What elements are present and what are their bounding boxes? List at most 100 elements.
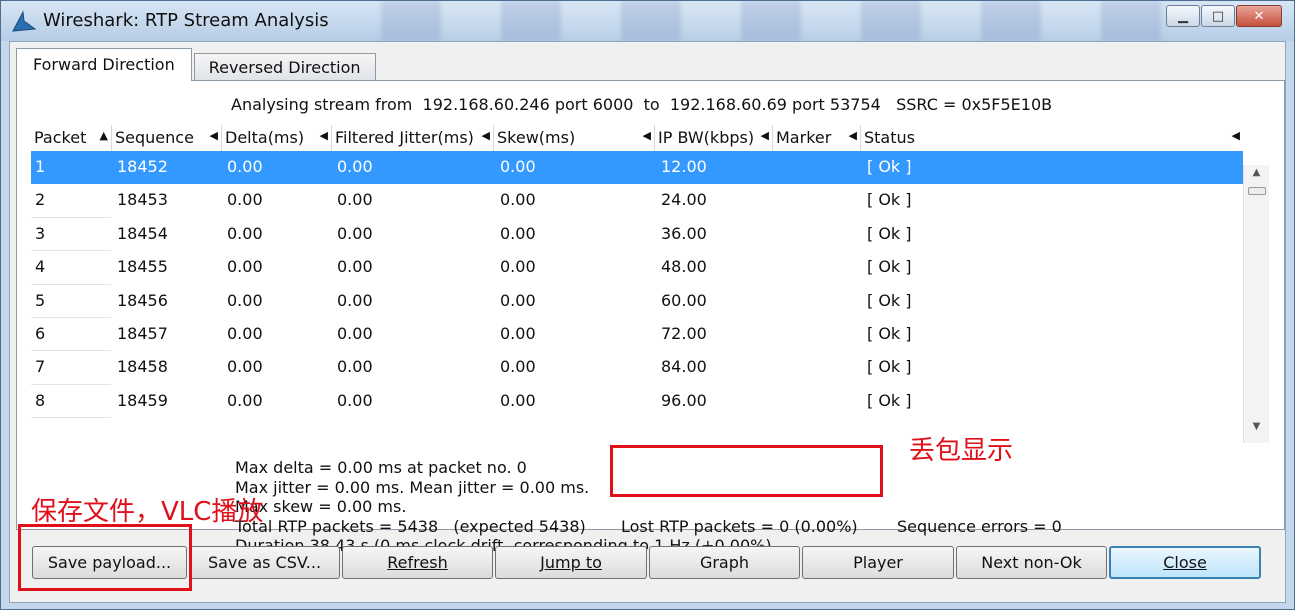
cell-ip-bw: 96.00 xyxy=(661,390,707,410)
cell-filtered-jitter: 0.00 xyxy=(337,390,373,410)
graph-button[interactable]: Graph xyxy=(649,546,800,579)
cell-status: [ Ok ] xyxy=(867,324,912,343)
table-row[interactable]: 6 18457 0.00 0.00 0.00 72.00 [ Ok ] xyxy=(31,318,1243,352)
column-header-delta[interactable]: Delta(ms) ◀ xyxy=(222,125,332,151)
title-bar: Wireshark: RTP Stream Analysis ▁ □ ✕ xyxy=(1,1,1294,41)
maximize-button[interactable]: □ xyxy=(1201,5,1235,27)
cell-filtered-jitter: 0.00 xyxy=(337,257,373,277)
cell-delta: 0.00 xyxy=(227,290,263,310)
table-row[interactable]: 8 18459 0.00 0.00 0.00 96.00 [ Ok ] xyxy=(31,385,1243,419)
stream-prefix: Analysing stream from xyxy=(231,95,413,114)
stream-description: Analysing stream from 192.168.60.246 por… xyxy=(231,95,1052,114)
save-payload-highlight xyxy=(18,524,192,591)
window-close-button[interactable]: ✕ xyxy=(1236,5,1282,27)
column-arrow-icon: ◀ xyxy=(209,129,218,142)
column-arrow-icon: ◀ xyxy=(319,129,328,142)
direction-tabs: Forward Direction Reversed Direction xyxy=(16,48,378,81)
scroll-thumb[interactable] xyxy=(1248,187,1266,195)
close-dialog-button[interactable]: Close xyxy=(1109,546,1261,579)
cell-sequence: 18454 xyxy=(117,223,168,243)
jump-to-button[interactable]: Jump to xyxy=(495,546,647,579)
cell-skew: 0.00 xyxy=(500,290,536,310)
stream-to-port: port 53754 xyxy=(792,95,881,114)
cell-delta: 0.00 xyxy=(227,190,263,210)
table-row[interactable]: 3 18454 0.00 0.00 0.00 36.00 [ Ok ] xyxy=(31,218,1243,252)
refresh-button[interactable]: Refresh xyxy=(342,546,493,579)
scroll-up-icon[interactable]: ▲ xyxy=(1244,167,1269,187)
background-blur xyxy=(381,1,1161,41)
player-button[interactable]: Player xyxy=(802,546,954,579)
cell-packet: 5 xyxy=(35,290,46,310)
cell-packet: 1 xyxy=(35,157,46,176)
max-skew-text: Max skew = 0.00 ms. xyxy=(235,497,407,516)
cell-status: [ Ok ] xyxy=(867,390,912,410)
cell-delta: 0.00 xyxy=(227,324,263,343)
cell-sequence: 18456 xyxy=(117,290,168,310)
stream-from-port: port 6000 xyxy=(554,95,634,114)
column-header-marker[interactable]: Marker ◀ xyxy=(773,125,861,151)
cell-delta: 0.00 xyxy=(227,390,263,410)
column-header-packet[interactable]: Packet ▲ xyxy=(31,125,112,151)
stream-to: to xyxy=(643,95,660,114)
cell-ip-bw: 84.00 xyxy=(661,357,707,377)
cell-ip-bw: 36.00 xyxy=(661,223,707,243)
cell-filtered-jitter: 0.00 xyxy=(337,223,373,243)
table-scrollbar[interactable]: ▲ ▼ xyxy=(1243,165,1269,443)
dialog-button-bar: Save payload... Save as CSV... Refresh J… xyxy=(32,546,1263,579)
minimize-icon: ▁ xyxy=(1178,8,1188,24)
cell-packet: 2 xyxy=(35,190,46,210)
cell-skew: 0.00 xyxy=(500,223,536,243)
save-csv-button[interactable]: Save as CSV... xyxy=(189,546,340,579)
cell-status: [ Ok ] xyxy=(867,357,912,377)
cell-ip-bw: 72.00 xyxy=(661,324,707,343)
column-arrow-icon: ◀ xyxy=(845,129,857,142)
table-row[interactable]: 5 18456 0.00 0.00 0.00 60.00 [ Ok ] xyxy=(31,285,1243,318)
table-row[interactable]: 2 18453 0.00 0.00 0.00 24.00 [ Ok ] xyxy=(31,184,1243,218)
cell-status: [ Ok ] xyxy=(867,257,912,277)
column-header-sequence[interactable]: Sequence ◀ xyxy=(112,125,222,151)
cell-ip-bw: 60.00 xyxy=(661,290,707,310)
cell-packet: 7 xyxy=(35,357,46,377)
tab-forward-direction[interactable]: Forward Direction xyxy=(16,48,192,81)
next-non-ok-button[interactable]: Next non-Ok xyxy=(956,546,1107,579)
table-row[interactable]: 7 18458 0.00 0.00 0.00 84.00 [ Ok ] xyxy=(31,351,1243,385)
table-header: Packet ▲ Sequence ◀ Delta(ms) ◀ Filtered Ji… xyxy=(31,125,1243,151)
column-header-skew[interactable]: Skew(ms) ◀ xyxy=(494,125,655,151)
cell-status: [ Ok ] xyxy=(867,223,912,243)
column-header-status[interactable]: Status ◀ xyxy=(861,125,1243,151)
column-header-ip-bw[interactable]: IP BW(kbps) ◀ xyxy=(655,125,773,151)
cell-ip-bw: 48.00 xyxy=(661,257,707,277)
stream-from-ip: 192.168.60.246 xyxy=(422,95,550,114)
cell-filtered-jitter: 0.00 xyxy=(337,324,373,343)
cell-filtered-jitter: 0.00 xyxy=(337,190,373,210)
sort-ascending-icon: ▲ xyxy=(99,129,108,142)
table-row[interactable]: 1 18452 0.00 0.00 0.00 12.00 [ Ok ] xyxy=(31,151,1243,185)
close-icon: ✕ xyxy=(1253,8,1265,24)
cell-ip-bw: 12.00 xyxy=(661,157,707,176)
rtp-analysis-window: Wireshark: RTP Stream Analysis ▁ □ ✕ For… xyxy=(0,0,1295,610)
column-arrow-icon: ◀ xyxy=(478,129,490,142)
cell-status: [ Ok ] xyxy=(867,290,912,310)
cell-filtered-jitter: 0.00 xyxy=(337,290,373,310)
cell-delta: 0.00 xyxy=(227,223,263,243)
maximize-icon: □ xyxy=(1211,8,1225,24)
minimize-button[interactable]: ▁ xyxy=(1166,5,1200,27)
wireshark-fin-icon xyxy=(12,10,37,32)
column-arrow-icon: ◀ xyxy=(1231,129,1240,142)
cell-skew: 0.00 xyxy=(500,190,536,210)
table-row[interactable]: 4 18455 0.00 0.00 0.00 48.00 [ Ok ] xyxy=(31,251,1243,285)
cell-packet: 3 xyxy=(35,223,46,243)
stream-to-ip: 192.168.60.69 xyxy=(669,95,787,114)
column-arrow-icon: ◀ xyxy=(757,129,769,142)
scroll-down-icon[interactable]: ▼ xyxy=(1244,421,1269,441)
cell-filtered-jitter: 0.00 xyxy=(337,357,373,377)
tab-reversed-direction[interactable]: Reversed Direction xyxy=(193,53,376,81)
cell-sequence: 18452 xyxy=(117,157,168,176)
rtp-packet-table: Packet ▲ Sequence ◀ Delta(ms) ◀ Filtered Ji… xyxy=(31,125,1243,419)
cell-delta: 0.00 xyxy=(227,257,263,277)
cell-sequence: 18453 xyxy=(117,190,168,210)
column-header-filtered-jitter[interactable]: Filtered Jitter(ms) ◀ xyxy=(332,125,494,151)
cell-sequence: 18457 xyxy=(117,324,168,343)
cell-sequence: 18455 xyxy=(117,257,168,277)
cell-status: [ Ok ] xyxy=(867,157,912,176)
